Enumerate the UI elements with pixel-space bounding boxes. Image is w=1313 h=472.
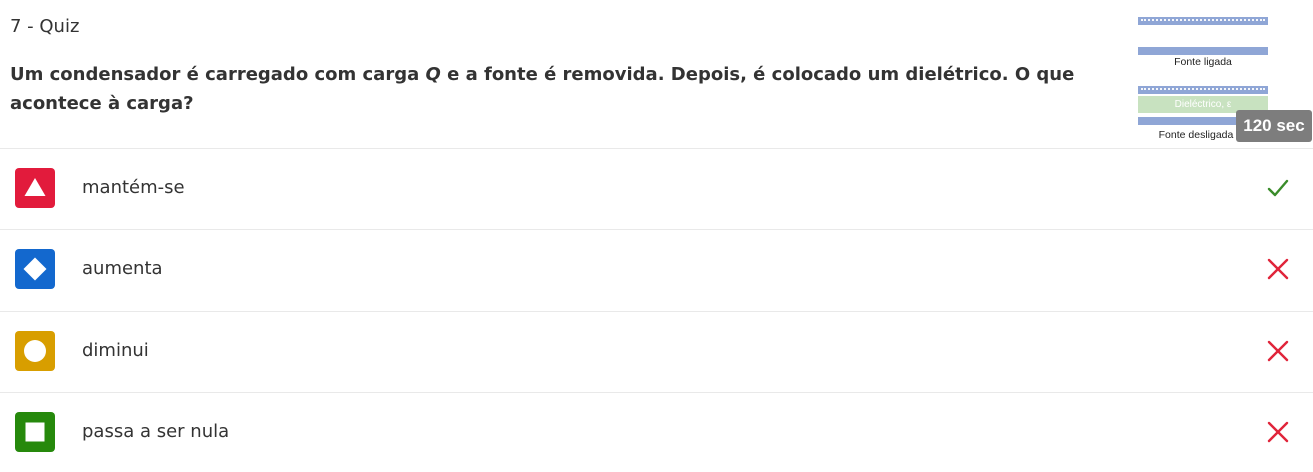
square-icon — [15, 412, 55, 452]
diamond-icon — [15, 249, 55, 289]
cross-icon — [1265, 338, 1291, 364]
answer-option[interactable]: diminui — [0, 311, 1313, 391]
thumbnail-label-top: Fonte ligada — [1174, 56, 1232, 68]
answer-option[interactable]: passa a ser nula — [0, 392, 1313, 472]
question-text: Um condensador é carregado com carga Q e… — [10, 64, 1075, 114]
answer-option[interactable]: mantém-se — [0, 148, 1313, 228]
capacitor-plate-top-2 — [1138, 86, 1268, 94]
question-number: 7 - Quiz — [10, 16, 80, 37]
circle-icon — [15, 331, 55, 371]
cross-icon — [1265, 256, 1291, 282]
cross-icon — [1265, 419, 1291, 445]
answer-option-text: mantém-se — [82, 177, 185, 198]
answer-option-text: diminui — [82, 340, 149, 361]
check-icon — [1265, 175, 1291, 201]
capacitor-plate-bottom — [1138, 47, 1268, 55]
triangle-icon — [15, 168, 55, 208]
answer-option-text: aumenta — [82, 258, 163, 279]
timer-badge: 120 sec — [1236, 110, 1312, 142]
answer-option-text: passa a ser nula — [82, 421, 230, 442]
answer-option[interactable]: aumenta — [0, 229, 1313, 309]
capacitor-plate-top — [1138, 17, 1268, 25]
